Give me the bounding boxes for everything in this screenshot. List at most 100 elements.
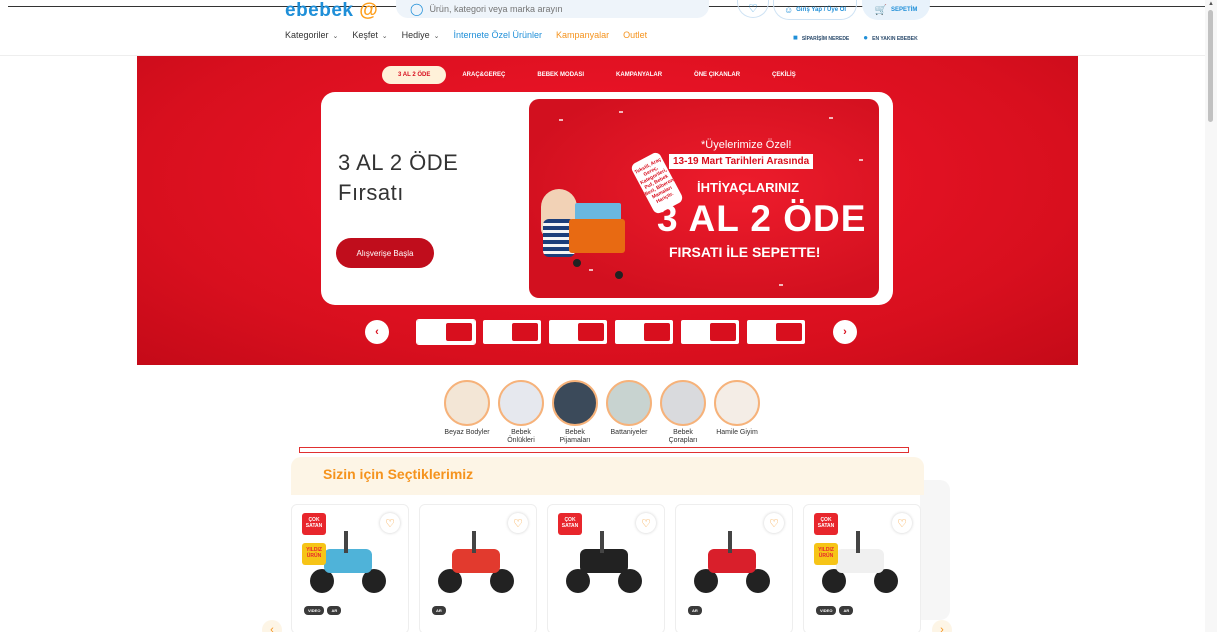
nav-item-1[interactable]: Keşfet ⌄ [352, 30, 387, 40]
product-image [688, 523, 776, 601]
category-label: Battaniyeler [610, 429, 648, 436]
product-tags: VIDEO AR [816, 606, 854, 615]
hero-tab-1[interactable]: ARAÇ&GEREÇ [446, 66, 521, 84]
hero-tab-3[interactable]: KAMPANYALAR [600, 66, 678, 84]
recommendations-title: Sizin için Seçtiklerimiz [323, 466, 474, 482]
nav-item-5[interactable]: Outlet [623, 30, 647, 40]
hero-thumbnail[interactable] [483, 320, 541, 344]
site-header: ebebek @ ◯ ♡ ☺ Giriş Yap / Üye Ol 🛒 SEPE… [0, 0, 1205, 56]
category-label: Beyaz Bodyler [444, 429, 490, 436]
nearest-store-link[interactable]: ● EN YAKIN EBEBEK [863, 33, 917, 42]
login-label: Giriş Yap / Üye Ol [796, 6, 847, 13]
nav-item-3[interactable]: İnternete Özel Ürünler [454, 30, 543, 40]
product-tag: VIDEO [304, 606, 325, 615]
banner-line2: 13-19 Mart Tarihleri Arasında [669, 154, 814, 169]
add-to-favorites-button[interactable]: ♡ [892, 513, 912, 533]
product-tags: AR [432, 606, 446, 615]
category-image [444, 380, 490, 426]
product-carousel: ÇOK SATAN YILDIZ ÜRÜN ♡ VIDEO AR ♡ AR ÇOK SATAN… [291, 504, 921, 632]
banner-line4: 3 AL 2 ÖDE [657, 198, 867, 239]
category-item[interactable]: Bebek Pijamaları [551, 380, 599, 445]
login-button[interactable]: ☺ Giriş Yap / Üye Ol [773, 0, 857, 20]
bestseller-sticker: ÇOK SATAN [302, 513, 326, 535]
product-card[interactable]: ÇOK SATAN ♡ [547, 504, 665, 632]
search-input[interactable] [429, 4, 709, 14]
carousel-background [920, 480, 950, 620]
carousel-next-button[interactable]: › [932, 620, 952, 632]
nav-item-4[interactable]: Kampanyalar [556, 30, 609, 40]
hero-thumbnail[interactable] [549, 320, 607, 344]
page: ebebek @ ◯ ♡ ☺ Giriş Yap / Üye Ol 🛒 SEPE… [0, 0, 1217, 632]
hero-tabs: 3 AL 2 ÖDE ARAÇ&GEREÇ BEBEK MODASI KAMPANYA… [382, 66, 812, 84]
hero-thumbnail[interactable] [747, 320, 805, 344]
hero-prev-button[interactable]: ‹ [365, 320, 389, 344]
nav-item-label: Kategoriler [285, 30, 329, 40]
add-to-favorites-button[interactable]: ♡ [508, 513, 528, 533]
location-icon: ● [863, 33, 869, 42]
shopping-cart-illustration [569, 219, 625, 253]
hero-thumbnail[interactable] [681, 320, 739, 344]
nav-item-2[interactable]: Hediye ⌄ [402, 30, 440, 40]
product-image [432, 523, 520, 601]
category-item[interactable]: Bebek Çorapları [659, 380, 707, 445]
banner-line3: İHTİYAÇLARINIZ [697, 180, 800, 195]
chevron-down-icon: ⌄ [431, 33, 440, 40]
category-item[interactable]: Hamile Giyim [713, 380, 761, 445]
hero-card: 3 AL 2 ÖDE Fırsatı Alışverişe Başla Teks… [321, 92, 893, 305]
scrollbar[interactable]: ▲ [1205, 0, 1217, 632]
search-bar[interactable]: ◯ [396, 0, 709, 18]
chevron-right-icon: › [843, 326, 847, 338]
add-to-favorites-button[interactable]: ♡ [764, 513, 784, 533]
scroll-up-icon[interactable]: ▲ [1208, 1, 1214, 7]
scrollbar-thumb[interactable] [1208, 10, 1213, 122]
carousel-prev-button[interactable]: ‹ [262, 620, 282, 632]
category-item[interactable]: Battaniyeler [605, 380, 653, 445]
chevron-down-icon: ⌄ [379, 33, 388, 40]
hero-tab-5[interactable]: ÇEKİLİŞ [756, 66, 812, 84]
hero-thumbnail[interactable] [416, 319, 476, 345]
category-item[interactable]: Bebek Önlükleri [497, 380, 545, 445]
nav-item-0[interactable]: Kategoriler ⌄ [285, 30, 338, 40]
banner-line5: FIRSATI İLE SEPETTE! [669, 244, 821, 260]
truck-icon: ■ [793, 33, 798, 42]
cart-wheel [615, 271, 623, 279]
heart-icon: ♡ [513, 517, 523, 530]
utility-links: ■ SİPARİŞİM NEREDE ● EN YAKIN EBEBEK [793, 33, 918, 42]
campaign-banner-image[interactable]: Tekstil, Araç Gereç, Kategorileri, Puf, … [529, 99, 879, 298]
favorites-button[interactable]: ♡ [737, 0, 769, 18]
hero-banner: 3 AL 2 ÖDE ARAÇ&GEREÇ BEBEK MODASI KAMPANYA… [137, 56, 1078, 365]
hero-thumbnails: ‹ › [365, 319, 857, 345]
logo[interactable]: ebebek @ [285, 0, 378, 22]
hero-next-button[interactable]: › [833, 320, 857, 344]
confetti [829, 117, 833, 119]
product-card[interactable]: ÇOK SATAN YILDIZ ÜRÜN ♡ VIDEO AR [291, 504, 409, 632]
confetti [559, 119, 563, 121]
chevron-left-icon: ‹ [270, 624, 274, 632]
order-tracking-link[interactable]: ■ SİPARİŞİM NEREDE [793, 33, 849, 42]
category-item[interactable]: Beyaz Bodyler [443, 380, 491, 445]
product-card[interactable]: ÇOK SATAN YILDIZ ÜRÜN ♡ VIDEO AR [803, 504, 921, 632]
hero-tab-0[interactable]: 3 AL 2 ÖDE [382, 66, 447, 84]
category-image [714, 380, 760, 426]
nav-item-label: Outlet [623, 30, 648, 40]
bestseller-sticker: ÇOK SATAN [558, 513, 582, 535]
cart-label: SEPETİM [891, 7, 918, 13]
product-card[interactable]: ♡ AR [419, 504, 537, 632]
product-card[interactable]: ♡ AR [675, 504, 793, 632]
hero-thumbnail[interactable] [615, 320, 673, 344]
add-to-favorites-button[interactable]: ♡ [636, 513, 656, 533]
hero-tab-2[interactable]: BEBEK MODASI [521, 66, 600, 84]
cart-wheel [573, 259, 581, 267]
product-tag: AR [327, 606, 342, 615]
confetti [859, 159, 863, 161]
chevron-down-icon: ⌄ [330, 33, 339, 40]
add-to-favorites-button[interactable]: ♡ [380, 513, 400, 533]
product-tag: AR [688, 606, 702, 615]
start-shopping-button[interactable]: Alışverişe Başla [336, 238, 434, 268]
cart-button[interactable]: 🛒 SEPETİM [862, 0, 930, 20]
hero-tab-4[interactable]: ÖNE ÇIKANLAR [678, 66, 756, 84]
user-icon: ☺ [783, 4, 794, 15]
category-image [498, 380, 544, 426]
order-tracking-label: SİPARİŞİM NEREDE [801, 36, 850, 42]
search-icon: ◯ [410, 2, 424, 16]
